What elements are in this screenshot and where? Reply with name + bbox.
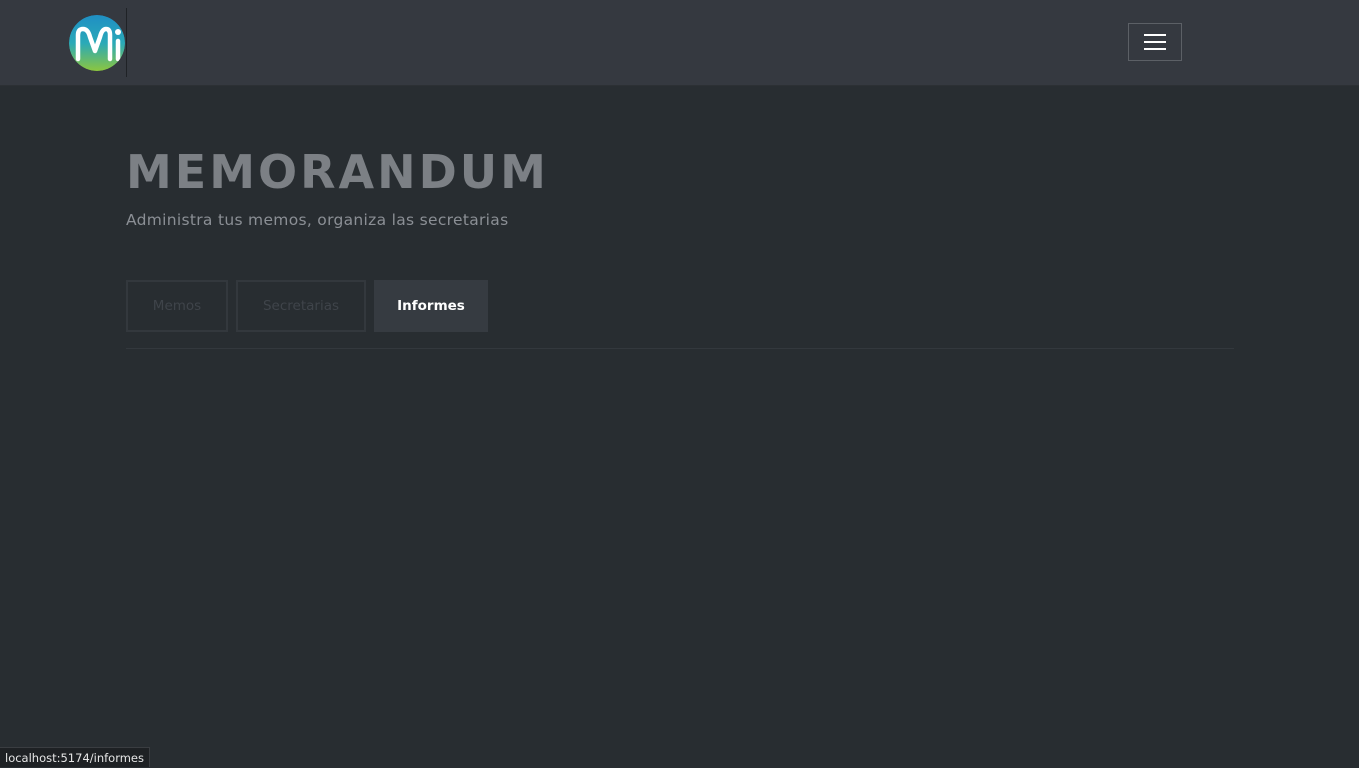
section-divider: [126, 348, 1234, 349]
top-navbar: [0, 0, 1359, 86]
menu-toggle-button[interactable]: [1128, 23, 1182, 61]
tab-informes[interactable]: Informes: [374, 280, 488, 332]
tab-secretarias[interactable]: Secretarias: [236, 280, 366, 332]
mi-logo-icon[interactable]: [69, 15, 125, 71]
status-bar-url: localhost:5174/informes: [0, 747, 150, 767]
tab-memos[interactable]: Memos: [126, 280, 228, 332]
logo-graphic: [69, 15, 125, 71]
page-subtitle: Administra tus memos, organiza las secre…: [126, 211, 509, 229]
logo-divider: [126, 8, 127, 77]
hamburger-menu-icon: [1144, 34, 1166, 50]
page-title: MEMORANDUM: [126, 145, 549, 199]
